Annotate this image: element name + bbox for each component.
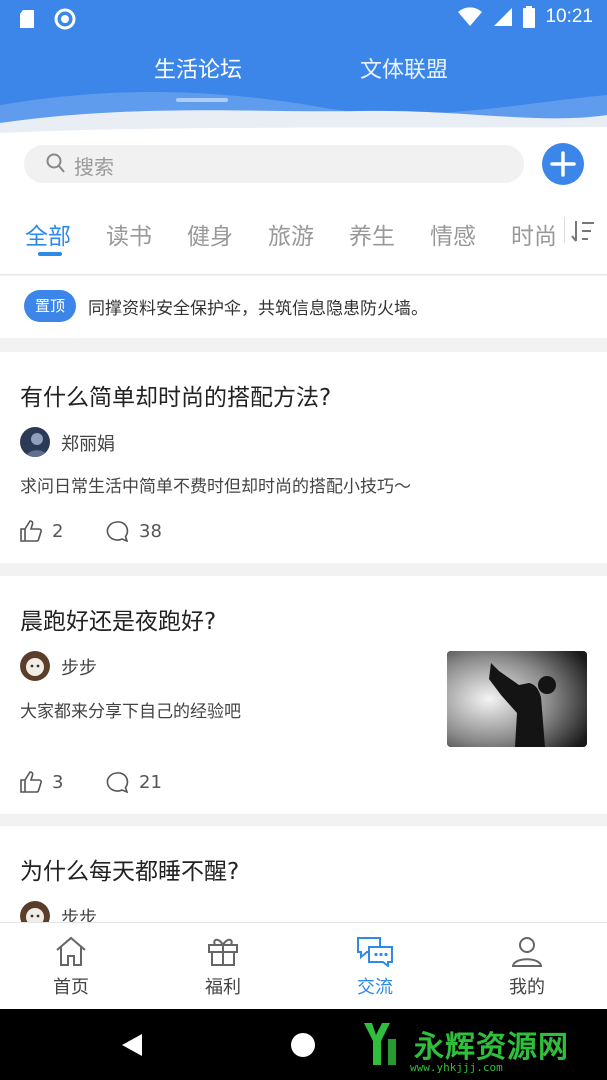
gift-icon: [208, 938, 238, 966]
avatar[interactable]: [20, 427, 50, 457]
wifi-icon: [458, 7, 483, 27]
comment-icon: [106, 772, 129, 793]
pinned-badge: 置顶: [24, 290, 76, 322]
search-icon: [46, 153, 65, 173]
category-health[interactable]: 养生: [349, 217, 395, 251]
thumbs-up-icon: [20, 771, 42, 793]
back-icon[interactable]: [120, 1033, 144, 1057]
post-excerpt: 大家都来分享下自己的经验吧: [20, 702, 241, 722]
nav-chat[interactable]: 交流: [330, 935, 420, 999]
sort-icon[interactable]: [570, 219, 596, 243]
category-travel[interactable]: 旅游: [268, 217, 314, 251]
category-fashion[interactable]: 时尚: [511, 217, 557, 251]
post-card[interactable]: 为什么每天都睡不醒? 步步: [0, 826, 607, 922]
concert-image: [447, 651, 587, 747]
post-author[interactable]: 步步: [61, 904, 97, 922]
category-reading[interactable]: 读书: [106, 217, 152, 251]
system-nav-bar: 永辉资源网 www.yhkjjj.com: [0, 1009, 607, 1080]
comment-count: 38: [139, 520, 162, 542]
bottom-nav: 首页 福利 交流 我的: [0, 922, 607, 1009]
sync-icon: [54, 8, 76, 30]
post-card[interactable]: 有什么简单却时尚的搭配方法? 郑丽娟 求问日常生活中简单不费时但却时尚的搭配小技…: [0, 352, 607, 563]
comment-button[interactable]: 21: [105, 771, 162, 793]
post-title: 有什么简单却时尚的搭配方法?: [20, 385, 332, 411]
user-photo-icon: [20, 901, 50, 922]
nav-chat-label: 交流: [357, 977, 393, 998]
battery-icon: [523, 6, 536, 28]
post-excerpt: 求问日常生活中简单不费时但却时尚的搭配小技巧～: [20, 477, 411, 497]
home-button-icon[interactable]: [290, 1032, 316, 1058]
comment-count: 21: [139, 771, 162, 793]
avatar[interactable]: [20, 651, 50, 681]
watermark: 永辉资源网 www.yhkjjj.com: [362, 1019, 569, 1074]
comment-button[interactable]: 38: [105, 520, 162, 542]
header-wave: [0, 92, 607, 135]
post-card[interactable]: 晨跑好还是夜跑好? 步步 大家都来分享下自己的经验吧 3 21: [0, 576, 607, 814]
category-divider: [564, 217, 565, 243]
avatar[interactable]: [20, 901, 50, 922]
plus-icon: [550, 151, 576, 177]
post-thumbnail[interactable]: [447, 651, 587, 747]
like-button[interactable]: 3: [20, 771, 63, 793]
nav-mine-label: 我的: [509, 977, 545, 998]
nav-welfare[interactable]: 福利: [178, 935, 268, 999]
post-title: 为什么每天都睡不醒?: [20, 859, 240, 885]
add-post-button[interactable]: [542, 143, 584, 185]
home-icon: [56, 936, 86, 966]
pinned-text: 同撑资料安全保护伞，共筑信息隐患防火墙。: [88, 299, 428, 319]
status-time: 10:21: [545, 6, 593, 27]
thumbs-up-icon: [20, 520, 42, 542]
app-header: 10:21 生活论坛 文体联盟: [0, 0, 607, 135]
category-indicator: [38, 252, 62, 256]
status-bar: 10:21: [0, 0, 607, 38]
watermark-logo: [364, 1023, 396, 1065]
post-author[interactable]: 步步: [61, 654, 97, 680]
like-button[interactable]: 2: [20, 520, 63, 542]
nav-home-label: 首页: [53, 977, 89, 998]
sd-card-icon: [20, 10, 34, 28]
watermark-url: www.yhkjjj.com: [410, 1061, 503, 1074]
tab-life-forum[interactable]: 生活论坛: [154, 52, 242, 84]
category-tabs: 全部 读书 健身 旅游 养生 情感 时尚: [0, 197, 607, 275]
nav-mine[interactable]: 我的: [482, 935, 572, 999]
chat-icon: [357, 937, 393, 969]
post-title: 晨跑好还是夜跑好?: [20, 609, 217, 635]
nav-home[interactable]: 首页: [26, 935, 116, 999]
category-all[interactable]: 全部: [25, 217, 71, 251]
post-author[interactable]: 郑丽娟: [61, 430, 115, 456]
pinned-notice[interactable]: 置顶 同撑资料安全保护伞，共筑信息隐患防火墙。: [0, 276, 607, 338]
user-photo-icon: [26, 433, 48, 457]
user-icon: [511, 937, 543, 967]
search-input[interactable]: 搜索: [24, 145, 524, 183]
category-emotion[interactable]: 情感: [430, 217, 476, 251]
like-count: 2: [52, 520, 64, 542]
user-photo-icon: [20, 651, 50, 681]
search-row: 搜索: [0, 135, 607, 197]
category-fitness[interactable]: 健身: [187, 217, 233, 251]
signal-icon: [494, 8, 513, 26]
watermark-text: 永辉资源网: [414, 1030, 569, 1065]
like-count: 3: [52, 771, 64, 793]
tab-sports-league[interactable]: 文体联盟: [360, 52, 448, 84]
search-placeholder: 搜索: [74, 155, 114, 179]
comment-icon: [106, 521, 129, 542]
nav-welfare-label: 福利: [205, 977, 241, 998]
